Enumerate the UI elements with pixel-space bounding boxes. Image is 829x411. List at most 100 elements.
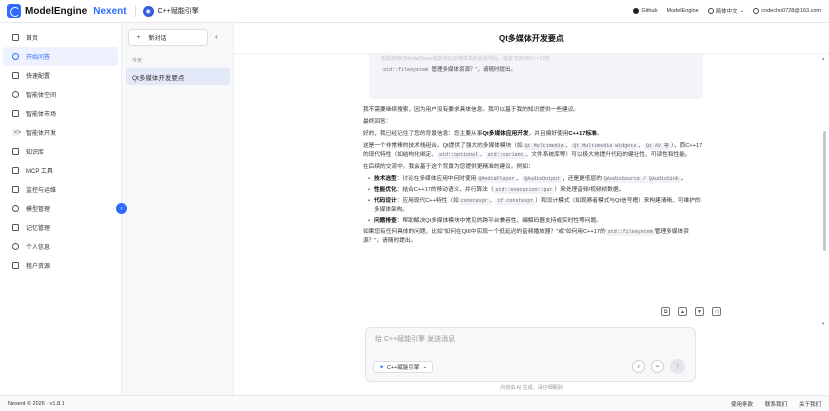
- scroll-down-arrow[interactable]: ▾: [822, 321, 825, 327]
- text: 、: [479, 152, 486, 158]
- memory-icon: [12, 224, 19, 231]
- thumbs-up-icon[interactable]: ▲: [678, 307, 687, 316]
- new-chat-button[interactable]: + 新对话: [128, 29, 208, 46]
- text: ，还是更低层的: [562, 176, 602, 182]
- chevron-left-icon[interactable]: ‹: [215, 32, 218, 41]
- sidebar-item-knowledge-base[interactable]: 知识库: [3, 142, 118, 161]
- speaker-icon[interactable]: ◁: [712, 307, 721, 316]
- text: 这是一个非常棒的技术栈组合。Qt提供了强大的多媒体模块（如: [363, 143, 523, 149]
- copy-icon[interactable]: ⧉: [661, 307, 670, 316]
- top-right-links: Github ModelEngine 简体中文 ⌄ codecho0728@16…: [633, 7, 829, 15]
- modelengine-link[interactable]: ModelEngine: [667, 8, 699, 14]
- inline-code: QAudioSource / QAudioSink: [601, 176, 681, 183]
- github-link[interactable]: Github: [633, 8, 658, 14]
- agent-selector[interactable]: ✦ C++赋能引擎 ⌄: [373, 361, 434, 373]
- sidebar-item-memory[interactable]: 记忆管理: [3, 218, 118, 237]
- sidebar-item-agent-market[interactable]: 智能体市场: [3, 104, 118, 123]
- agent-selector-label: C++赋能引擎: [387, 365, 420, 371]
- inline-code: Qt Multimedia: [522, 143, 566, 150]
- paragraph: 我不需要继续搜索，因为用户没有要求具体信息。我可以基于我的知识提供一些建议。: [363, 107, 580, 113]
- sidebar-item-label: 智能体市场: [26, 112, 57, 118]
- brand-accent: Nexent: [93, 5, 127, 17]
- sidebar-item-label: 智能体开发: [26, 131, 57, 137]
- assistant-message: 我不需要继续搜索，因为用户没有要求具体信息。我可以基于我的知识提供一些建议。 最…: [363, 106, 703, 249]
- list-item: 问题排查：帮助解决Qt多媒体模块中常见的跨平台兼容性、编解码器支持或实时性等问题…: [368, 217, 703, 226]
- text: 、文件系统库等）可以极大地提升代码的健壮性、可读性和性能。: [525, 152, 691, 158]
- text: 管理多媒体资源？"，请随时提出。: [431, 67, 517, 73]
- code-icon: <>: [12, 129, 22, 136]
- microphone-icon[interactable]: ♪: [632, 360, 645, 373]
- logo[interactable]: ModelEngine Nexent: [0, 4, 127, 18]
- sidebar-item-label: 知识库: [26, 150, 45, 156]
- cube-icon: [12, 205, 19, 212]
- sidebar-item-tenant-resources[interactable]: 租户资源: [3, 256, 118, 275]
- thumbs-down-icon[interactable]: ▼: [695, 307, 704, 316]
- sidebar-item-agent-dev[interactable]: <> 智能体开发: [3, 123, 118, 142]
- message-input[interactable]: 给 C++赋能引擎 发送消息: [375, 334, 455, 344]
- chat-title[interactable]: Qt多媒体开发要点: [234, 23, 829, 54]
- inline-code: std::optional: [436, 152, 480, 159]
- new-chat-label: 新对话: [148, 36, 167, 42]
- sidebar-collapse-button[interactable]: ‹: [116, 203, 127, 214]
- bullet-list: 技术选型：讨论在多媒体应用中何时使用QMediaPlayer、QAudioOut…: [363, 175, 703, 226]
- bold-text: 技术选型: [374, 176, 397, 182]
- composer-tools: ♪ ⌁ ↑: [632, 359, 685, 374]
- bold-text: C++17标准: [568, 131, 597, 137]
- user-menu[interactable]: codecho0728@163.com: [753, 8, 821, 14]
- inline-code: Qt AV 等: [643, 143, 671, 150]
- previous-message-tail: std::filesystem 管理多媒体资源？"，请随时提出。: [381, 65, 516, 74]
- attachment-icon[interactable]: ⌁: [651, 360, 664, 373]
- language-selector[interactable]: 简体中文 ⌄: [707, 7, 745, 15]
- agent-name: C++赋能引擎: [157, 8, 199, 15]
- message-composer[interactable]: 给 C++赋能引擎 发送消息 ✦ C++赋能引擎 ⌄ ♪ ⌁ ↑: [365, 327, 696, 382]
- send-button[interactable]: ↑: [670, 359, 685, 374]
- chevron-down-icon: ⌄: [422, 364, 428, 370]
- conversation-item[interactable]: Qt多媒体开发要点: [126, 68, 230, 85]
- chat-icon: [12, 53, 19, 60]
- sidebar-item-label: 开始问答: [26, 55, 51, 61]
- inline-code: QMediaPlayer: [476, 176, 517, 183]
- text: ：结合C++17的移动语义、并行算法（: [396, 187, 494, 193]
- paragraph: 如果您有任何具体的问题，比如"如何在Qt6中实现一个低延迟的音频播放器？"或"如…: [363, 228, 703, 246]
- sidebar-item-label: 租户资源: [26, 264, 51, 270]
- monitor-icon: [12, 186, 19, 193]
- inline-code: QAudioOutput: [522, 176, 563, 183]
- store-icon: [12, 110, 19, 117]
- agent-chip-icon: ✦: [379, 364, 385, 371]
- text: 好的，我已经记住了您的背景信息：您主要从事: [363, 131, 483, 137]
- sidebar-item-agent-space[interactable]: 智能体空间: [3, 85, 118, 104]
- modelengine-label: ModelEngine: [666, 8, 699, 14]
- sidebar-item-home[interactable]: 首页: [3, 28, 118, 47]
- about-link[interactable]: 关于我们: [799, 400, 821, 408]
- paragraph: 在后续的交流中，我会基于这个背景为您提供更精准的建议。例如：: [363, 164, 534, 170]
- sidebar-item-label: 模型管理: [26, 207, 51, 213]
- sidebar-item-label: 快速配置: [26, 74, 51, 80]
- text: ：帮助解决Qt多媒体模块中常见的跨平台兼容性、编解码器支持或实时性等问题。: [396, 218, 602, 224]
- sidebar-item-label: 个人信息: [26, 245, 51, 251]
- globe-icon: [12, 91, 19, 98]
- text: ，并且偏好使用: [528, 131, 569, 137]
- contact-link[interactable]: 联系我们: [765, 400, 787, 408]
- chevron-down-icon: ⌄: [739, 8, 745, 14]
- scroll-up-arrow[interactable]: ▴: [822, 56, 825, 62]
- sidebar-item-profile[interactable]: 个人信息: [3, 237, 118, 256]
- sidebar-item-chat[interactable]: 开始问答: [3, 47, 118, 66]
- chat-main: Qt多媒体开发要点 如需使用QMediaPlayer或其他Qt多媒体类的具体代码…: [234, 23, 829, 395]
- terms-link[interactable]: 使用条款: [731, 400, 753, 408]
- sidebar-item-model-management[interactable]: 模型管理: [3, 199, 118, 218]
- copyright: Nexent © 2026 · v1.8.1: [8, 400, 65, 407]
- conversation-group-label: 今天: [132, 58, 143, 64]
- sidebar-item-monitoring[interactable]: 监控与运维: [3, 180, 118, 199]
- sidebar-item-label: 监控与运维: [26, 188, 57, 194]
- list-item: 性能优化：结合C++17的移动语义、并行算法（std::execution::p…: [368, 186, 703, 195]
- user-email: codecho0728@163.com: [761, 8, 821, 14]
- inline-code: constexpr: [458, 198, 490, 205]
- scrollbar-thumb[interactable]: [823, 131, 826, 251]
- previous-message-faded: 如需使用QMediaPlayer或其他Qt多媒体类的具体代码，或者"如何用C++…: [381, 56, 550, 62]
- language-label: 简体中文: [715, 9, 738, 15]
- sidebar-item-quick-setup[interactable]: 快速配置: [3, 66, 118, 85]
- sidebar-item-label: 首页: [26, 36, 39, 42]
- paragraph: 好的，我已经记住了您的背景信息：您主要从事Qt多媒体应用开发，并且偏好使用C++…: [363, 130, 703, 139]
- sidebar-item-mcp-tools[interactable]: MCP 工具: [3, 161, 118, 180]
- inline-code: if constexpr: [495, 198, 536, 205]
